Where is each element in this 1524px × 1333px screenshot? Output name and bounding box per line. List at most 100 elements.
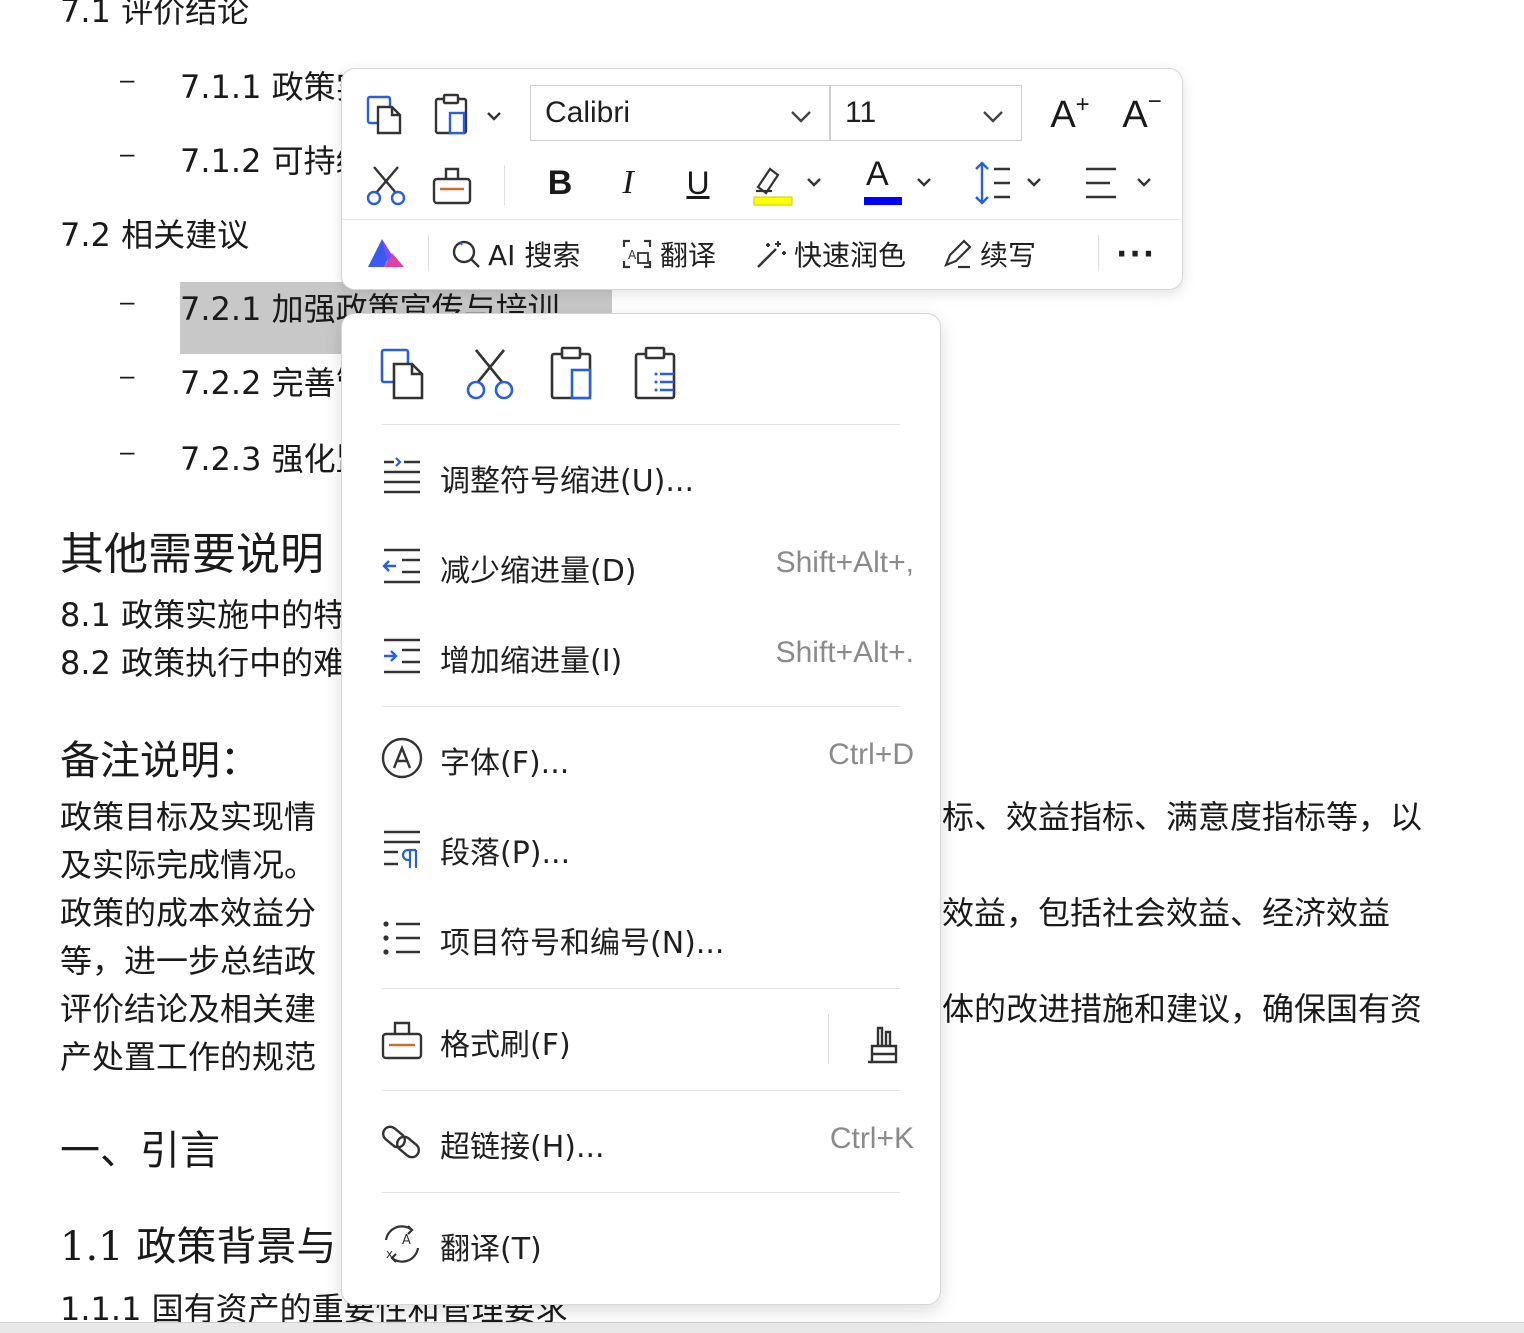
heading-intro: 一、引言 [60,1128,220,1174]
underline-button[interactable]: U [676,159,720,207]
menu-item-bullets-numbering[interactable]: 项目符号和编号(N)... [342,898,940,978]
more-button[interactable]: ··· [1116,229,1156,279]
menu-divider [382,988,900,989]
mini-toolbar: Calibri 11 A + A − B I U A AI 搜索 A 翻译 快速… [341,68,1183,290]
heading-8-1: 8.1 政策实施中的特 [60,596,346,634]
menu-item-shortcut: Ctrl+K [829,1122,914,1155]
grow-font-button[interactable]: A + [1046,89,1094,141]
align-dropdown-button[interactable] [1080,157,1164,209]
copy-icon [380,348,424,400]
heading-1-1: 1.1 政策背景与 [60,1224,337,1270]
cut-icon[interactable] [362,161,410,209]
status-bar-edge [0,1322,1524,1333]
menu-item-font[interactable]: 字体(F)... Ctrl+D [342,718,940,798]
bold-icon: B [547,163,573,202]
menu-item-decrease-indent[interactable]: 减少缩进量(D) Shift+Alt+, [342,526,940,606]
paste-text-icon [634,346,676,400]
bullet-dash: – [120,436,135,466]
menu-item-hyperlink[interactable]: 超链接(H)... Ctrl+K [342,1102,940,1182]
line-spacing-dropdown-button[interactable] [972,157,1048,209]
context-menu: 调整符号缩进(U)... 减少缩进量(D) Shift+Alt+, 增加缩进量(… [341,313,941,1305]
ai-search-button[interactable]: AI 搜索 [450,229,580,279]
menu-item-label: 超链接(H)... [440,1130,605,1165]
menu-divider [382,1192,900,1193]
paragraph-line: 效益，包括社会效益、经济效益 [942,894,1391,932]
italic-icon: I [622,164,634,201]
menu-item-increase-indent[interactable]: 增加缩进量(I) Shift+Alt+. [342,616,940,696]
menu-item-format-painter[interactable]: 格式刷(F) [342,1000,940,1080]
shrink-font-icon: A [1122,93,1148,136]
heading-7-2: 7.2 相关建议 [60,216,250,254]
paragraph-line: 评价结论及相关建 [60,990,317,1028]
italic-button[interactable]: I [606,159,650,207]
bullet-dash: – [120,360,135,390]
menu-item-label: 翻译(T) [440,1232,542,1267]
magic-wand-icon [757,241,786,268]
paragraph-line: 等，进一步总结政 [60,942,317,980]
paste-dropdown-icon[interactable] [430,91,510,139]
toolbar-row-divider [342,219,1180,220]
ai-search-label: AI 搜索 [488,239,581,272]
format-painter-lock-button[interactable] [856,1020,904,1068]
heading-7-2-2: 7.2.2 完善管 [180,364,368,402]
minus-icon: − [1147,88,1162,115]
paste-icon [550,346,592,400]
grow-font-icon: A [1050,93,1076,136]
paragraph-line: 标、效益指标、满意度指标等，以 [942,798,1423,836]
menu-item-shortcut: Shift+Alt+, [775,546,914,579]
adjust-indent-icon [378,452,426,500]
menu-divider [382,706,900,707]
heading-8-2: 8.2 政策执行中的难 [60,644,346,682]
ai-polish-label: 快速润色 [794,239,907,272]
bullet-dash: – [120,64,135,94]
menu-item-translate[interactable]: Ax 翻译(T) [342,1204,940,1284]
menu-paste-keep-format-button[interactable] [544,344,604,404]
format-painter-icon[interactable] [428,161,476,209]
shrink-font-button[interactable]: A − [1118,88,1166,141]
font-color-dropdown-button[interactable]: A [862,155,938,209]
menu-paste-text-only-button[interactable] [628,344,688,404]
toolbar-divider [428,235,429,271]
ai-polish-button[interactable]: 快速润色 [754,229,906,279]
menu-item-shortcut: Shift+Alt+. [775,636,914,669]
ai-assistant-logo-icon[interactable] [362,231,410,275]
ai-continue-writing-label: 续写 [980,239,1037,272]
ai-translate-label: 翻译 [660,239,717,272]
svg-text:x: x [386,1247,393,1261]
menu-item-label: 项目符号和编号(N)... [440,926,725,961]
font-size-value: 11 [845,96,877,129]
paragraph-icon [378,824,426,872]
pen-icon [944,239,972,269]
bullet-dash: – [120,286,135,316]
underline-icon: U [686,164,710,201]
paragraph-line: 体的改进措施和建议，确保国有资 [942,990,1423,1028]
highlight-dropdown-button[interactable] [750,157,826,209]
heading-remarks: 备注说明： [60,738,260,784]
menu-copy-button[interactable] [374,344,434,404]
chevron-down-icon [981,102,1005,136]
copy-icon[interactable] [362,91,410,139]
menu-item-label: 减少缩进量(D) [440,554,637,589]
menu-item-label: 格式刷(F) [440,1028,571,1063]
menu-item-divider [828,1014,829,1064]
increase-indent-icon [378,632,426,680]
menu-cut-button[interactable] [460,344,520,404]
translate-icon: A [622,239,652,269]
font-name-combobox[interactable]: Calibri [530,85,830,141]
format-painter-icon [378,1016,426,1064]
menu-item-label: 调整符号缩进(U)... [440,464,694,499]
bullet-list-icon [378,914,426,962]
bold-button[interactable]: B [538,159,582,207]
toolbar-divider [1098,235,1099,271]
svg-text:A: A [628,248,637,262]
paragraph-line: 政策目标及实现情 [60,798,317,836]
font-size-combobox[interactable]: 11 [830,85,1022,141]
menu-item-paragraph[interactable]: 段落(P)... [342,808,940,888]
menu-item-shortcut: Ctrl+D [828,738,914,771]
menu-item-adjust-bullet-indent[interactable]: 调整符号缩进(U)... [342,436,940,516]
ai-translate-button[interactable]: A 翻译 [620,229,716,279]
paint-brush-icon [868,1026,898,1064]
plus-icon: + [1075,91,1090,118]
ai-continue-writing-button[interactable]: 续写 [940,229,1036,279]
translate-icon: Ax [378,1220,426,1268]
